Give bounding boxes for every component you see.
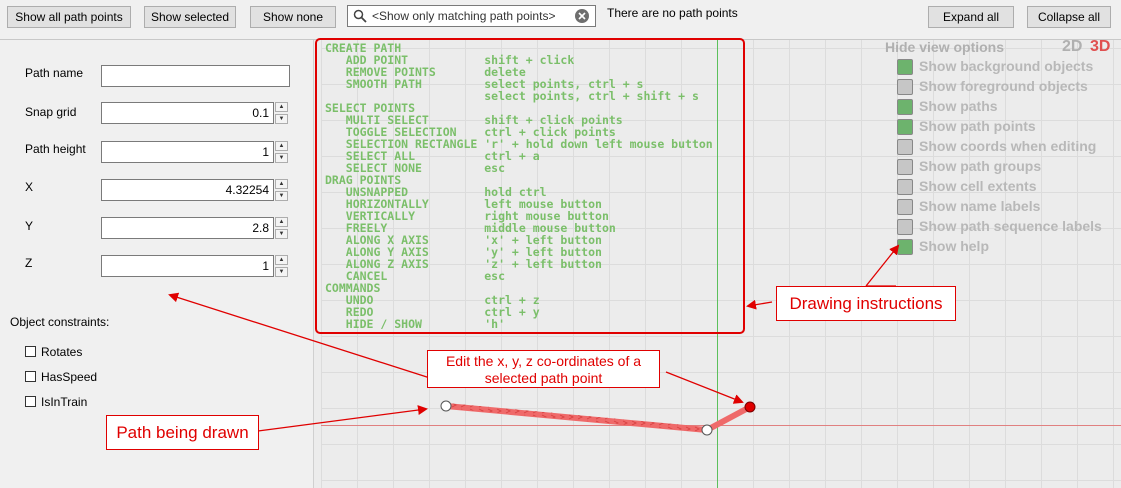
- y-label: Y: [25, 219, 34, 233]
- view-option-label: Show background objects: [919, 58, 1094, 74]
- hasspeed-label: HasSpeed: [41, 370, 98, 384]
- spin-up-icon[interactable]: ▲: [275, 217, 288, 227]
- view-option-label: Show help: [919, 238, 989, 254]
- y-coordinate-input[interactable]: [101, 217, 274, 239]
- path-point-filter: [347, 5, 596, 27]
- show-none-button[interactable]: Show none: [250, 6, 336, 28]
- path-point-status: There are no path points: [607, 6, 738, 20]
- show-all-path-points-button[interactable]: Show all path points: [7, 6, 131, 28]
- path-name-input[interactable]: [101, 65, 290, 87]
- view-2d-button[interactable]: 2D: [1062, 38, 1082, 56]
- spin-down-icon[interactable]: ▼: [275, 191, 288, 201]
- view-option-checkbox[interactable]: [897, 79, 913, 95]
- z-label: Z: [25, 256, 33, 270]
- snap-grid-spinner[interactable]: ▲ ▼: [275, 102, 288, 124]
- view-option-checkbox[interactable]: [897, 159, 913, 175]
- z-coordinate-input[interactable]: [101, 255, 274, 277]
- view-option-checkbox[interactable]: [897, 179, 913, 195]
- x-label: X: [25, 180, 34, 194]
- x-spinner[interactable]: ▲ ▼: [275, 179, 288, 201]
- drawing-instructions-callout: Drawing instructions: [776, 286, 956, 321]
- isintrain-label: IsInTrain: [41, 395, 88, 409]
- view-option-label: Show name labels: [919, 198, 1041, 214]
- view-option-checkbox[interactable]: [897, 199, 913, 215]
- view-option-label: Show cell extents: [919, 178, 1037, 194]
- spin-down-icon[interactable]: ▼: [275, 153, 288, 163]
- x-axis-line: [321, 425, 1121, 426]
- spin-up-icon[interactable]: ▲: [275, 179, 288, 189]
- view-option-checkbox[interactable]: [897, 139, 913, 155]
- view-option-checkbox[interactable]: [897, 59, 913, 75]
- path-height-label: Path height: [25, 142, 86, 156]
- view-3d-button[interactable]: 3D: [1090, 38, 1110, 56]
- view-option-label: Show path groups: [919, 158, 1042, 174]
- object-constraints-label: Object constraints:: [10, 315, 110, 329]
- help-highlight-box: [315, 38, 745, 334]
- rotates-label: Rotates: [41, 345, 83, 359]
- edit-coordinates-callout: Edit the x, y, z co-ordinates of a selec…: [427, 350, 660, 388]
- view-option-label: Show paths: [919, 98, 998, 114]
- collapse-all-button[interactable]: Collapse all: [1027, 6, 1111, 28]
- spin-up-icon[interactable]: ▲: [275, 102, 288, 112]
- path-being-drawn-callout: Path being drawn: [106, 415, 259, 450]
- path-height-spinner[interactable]: ▲ ▼: [275, 141, 288, 163]
- spin-down-icon[interactable]: ▼: [275, 229, 288, 239]
- expand-all-button[interactable]: Expand all: [928, 6, 1014, 28]
- x-coordinate-input[interactable]: [101, 179, 274, 201]
- callout-line: selected path point: [484, 370, 603, 386]
- path-name-label: Path name: [25, 66, 84, 80]
- clear-search-icon[interactable]: [574, 8, 590, 24]
- snap-grid-input[interactable]: [101, 102, 274, 124]
- callout-line: Edit the x, y, z co-ordinates of a: [445, 353, 642, 369]
- view-option-checkbox[interactable]: [897, 219, 913, 235]
- rotates-checkbox[interactable]: [25, 346, 36, 357]
- view-option-checkbox[interactable]: [897, 119, 913, 135]
- spin-up-icon[interactable]: ▲: [275, 141, 288, 151]
- hide-view-options-toggle[interactable]: Hide view options: [885, 39, 1004, 55]
- isintrain-checkbox[interactable]: [25, 396, 36, 407]
- snap-grid-label: Snap grid: [25, 105, 77, 119]
- show-selected-button[interactable]: Show selected: [144, 6, 236, 28]
- view-option-label: Show path sequence labels: [919, 218, 1102, 234]
- spin-down-icon[interactable]: ▼: [275, 267, 288, 277]
- view-option-label: Show path points: [919, 118, 1036, 134]
- view-option-label: Show coords when editing: [919, 138, 1097, 154]
- view-option-label: Show foreground objects: [919, 78, 1088, 94]
- path-height-input[interactable]: [101, 141, 274, 163]
- view-option-checkbox[interactable]: [897, 99, 913, 115]
- spin-down-icon[interactable]: ▼: [275, 114, 288, 124]
- z-spinner[interactable]: ▲ ▼: [275, 255, 288, 277]
- view-option-checkbox[interactable]: [897, 239, 913, 255]
- hasspeed-checkbox[interactable]: [25, 371, 36, 382]
- spin-up-icon[interactable]: ▲: [275, 255, 288, 265]
- search-icon: [353, 9, 367, 23]
- y-spinner[interactable]: ▲ ▼: [275, 217, 288, 239]
- path-point-search-input[interactable]: [372, 8, 567, 24]
